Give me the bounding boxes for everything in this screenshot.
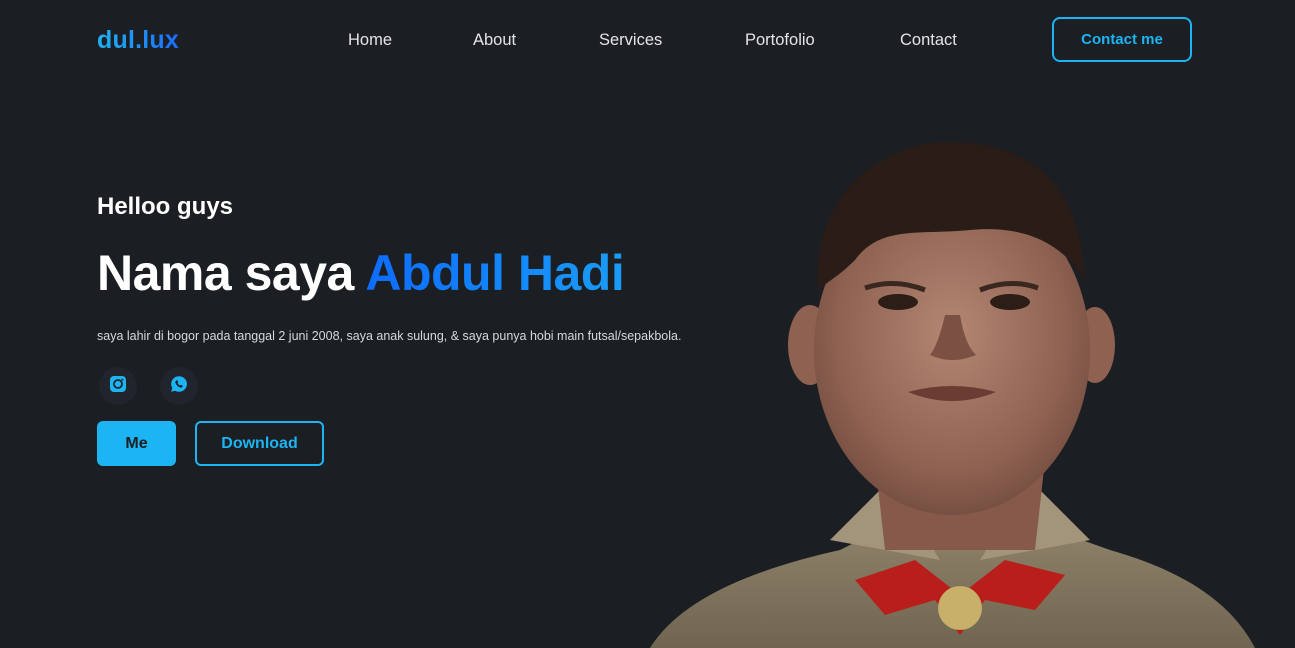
contact-me-button[interactable]: Contact me — [1052, 17, 1192, 62]
whatsapp-icon — [170, 375, 188, 398]
hero-greeting: Helloo guys — [97, 193, 234, 220]
navbar: dul.lux Home About Services Portofolio C… — [0, 0, 1295, 80]
nav-link-portfolio[interactable]: Portofolio — [745, 31, 815, 50]
hero-title: Nama saya Abdul Hadi — [97, 244, 625, 302]
nav-link-contact[interactable]: Contact — [900, 31, 957, 50]
nav-link-about[interactable]: About — [473, 31, 516, 50]
whatsapp-link[interactable] — [160, 367, 198, 405]
hero-title-prefix: Nama saya — [97, 245, 366, 301]
me-button[interactable]: Me — [97, 421, 176, 466]
nav-link-services[interactable]: Services — [599, 31, 662, 50]
nav-link-home[interactable]: Home — [348, 31, 392, 50]
site-logo[interactable]: dul.lux — [97, 26, 179, 55]
instagram-icon — [109, 375, 127, 398]
instagram-link[interactable] — [99, 367, 137, 405]
download-button[interactable]: Download — [195, 421, 324, 466]
hero-description: saya lahir di bogor pada tanggal 2 juni … — [97, 329, 682, 343]
profile-photo — [640, 130, 1280, 648]
hero-title-name: Abdul Hadi — [365, 245, 625, 301]
